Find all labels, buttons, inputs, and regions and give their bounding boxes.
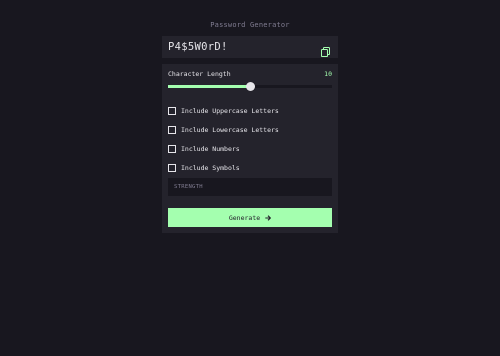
arrow-right-icon: [265, 214, 272, 221]
slider-fill: [168, 85, 250, 88]
option-label: Include Lowercase Letters: [181, 125, 279, 134]
password-text: P4$5W0rD!: [168, 41, 228, 53]
symbols-checkbox[interactable]: [168, 163, 176, 172]
option-numbers[interactable]: Include Numbers: [168, 139, 279, 158]
password-output: P4$5W0rD!: [162, 36, 338, 58]
uppercase-checkbox[interactable]: [168, 106, 176, 115]
character-length-label: Character Length: [168, 70, 231, 78]
option-lowercase[interactable]: Include Lowercase Letters: [168, 120, 279, 139]
slider-thumb[interactable]: [245, 82, 255, 91]
option-symbols[interactable]: Include Symbols: [168, 158, 279, 177]
numbers-checkbox[interactable]: [168, 144, 176, 153]
app-title: Password Generator: [210, 21, 290, 29]
generate-button[interactable]: Generate: [168, 208, 332, 227]
copy-icon[interactable]: [321, 42, 330, 57]
option-label: Include Uppercase Letters: [181, 106, 279, 115]
strength-meter: STRENGTH: [168, 178, 332, 196]
character-length-value: 10: [324, 70, 332, 78]
strength-label: STRENGTH: [174, 184, 203, 190]
generate-label: Generate: [228, 213, 261, 222]
option-label: Include Symbols: [181, 163, 240, 172]
lowercase-checkbox[interactable]: [168, 125, 176, 134]
option-uppercase[interactable]: Include Uppercase Letters: [168, 101, 279, 120]
character-length-slider[interactable]: [168, 82, 332, 91]
settings-panel: Character Length 10 Include Uppercase Le…: [162, 64, 338, 233]
character-length-row: Character Length 10: [168, 70, 332, 78]
option-label: Include Numbers: [181, 144, 240, 153]
options-list: Include Uppercase Letters Include Lowerc…: [168, 101, 279, 177]
